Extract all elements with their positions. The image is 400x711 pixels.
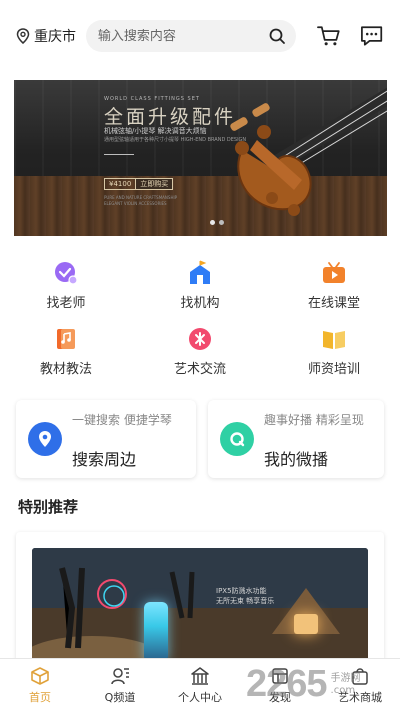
city-label: 重庆市 bbox=[34, 29, 76, 45]
city-selector[interactable]: 重庆市 bbox=[16, 26, 82, 46]
quick-teacher-training[interactable]: 师资培训 bbox=[289, 326, 379, 377]
location-pin-icon bbox=[28, 422, 62, 456]
quick-label: 找机构 bbox=[180, 296, 220, 311]
card-my-microlive[interactable]: 趣事好播 精彩呈现 我的微播 bbox=[208, 400, 384, 478]
section-title-recommend: 特别推荐 bbox=[18, 498, 79, 516]
banner-pagination bbox=[210, 220, 224, 225]
tab-profile[interactable]: 个人中心 bbox=[160, 659, 240, 711]
watermark-number: 2265 bbox=[246, 663, 328, 705]
banner-footnote: PURE AND NATURE CRAFTSMANSHIP ELEGANT VI… bbox=[104, 195, 178, 206]
quick-label: 找老师 bbox=[46, 296, 86, 311]
message-icon[interactable] bbox=[359, 23, 384, 49]
watermark-text: 手游网 .com bbox=[331, 673, 361, 697]
institution-icon bbox=[190, 260, 210, 284]
card-caption: 一键搜索 便捷学琴 bbox=[72, 413, 172, 427]
banner-subtitle: 机械弦轴/小提琴 解决调音大烦恼 bbox=[104, 127, 207, 135]
banner-price-tag[interactable]: ¥4100 立即购买 bbox=[104, 178, 174, 190]
home-icon bbox=[31, 666, 49, 685]
quick-label: 教材教法 bbox=[39, 362, 92, 377]
quick-online-class[interactable]: 在线课堂 bbox=[289, 260, 379, 311]
card-caption: 趣事好播 精彩呈现 bbox=[264, 413, 364, 427]
quick-find-institution[interactable]: 找机构 bbox=[155, 260, 245, 311]
tab-label: 个人中心 bbox=[178, 690, 222, 704]
tent-light bbox=[294, 614, 318, 634]
tab-home[interactable]: 首页 bbox=[0, 659, 80, 711]
recommend-image: IPX5防溅水功能 无所无束 畅享音乐 bbox=[32, 548, 368, 672]
quick-art-exchange[interactable]: 艺术交流 bbox=[155, 326, 245, 377]
search-input[interactable] bbox=[97, 28, 268, 44]
recommend-caption-line2: 无所无束 畅享音乐 bbox=[216, 597, 275, 605]
quick-label: 在线课堂 bbox=[307, 296, 360, 311]
banner-divider bbox=[104, 154, 134, 155]
banner-buy-button[interactable]: 立即购买 bbox=[135, 179, 173, 189]
microlive-icon bbox=[220, 422, 254, 456]
card-title: 搜索周边 bbox=[72, 450, 137, 469]
quick-textbook[interactable]: 教材教法 bbox=[21, 326, 111, 377]
banner-price: ¥4100 bbox=[109, 180, 132, 188]
card-title: 我的微播 bbox=[264, 450, 329, 469]
tab-label: Q频道 bbox=[104, 690, 136, 704]
textbook-icon bbox=[57, 329, 75, 349]
teacher-icon bbox=[55, 262, 78, 285]
search-box[interactable] bbox=[85, 20, 296, 52]
pagination-dot-active[interactable] bbox=[210, 220, 215, 225]
violin-scroll-image bbox=[230, 87, 387, 216]
speaker-product bbox=[144, 602, 168, 662]
teacher-training-icon bbox=[323, 331, 345, 349]
watermark-line2: .com bbox=[330, 684, 356, 696]
tab-label: 首页 bbox=[29, 690, 51, 704]
card-search-nearby[interactable]: 一键搜索 便捷学琴 搜索周边 bbox=[16, 400, 196, 478]
art-exchange-icon bbox=[189, 328, 211, 350]
profile-icon bbox=[191, 666, 209, 685]
quick-find-teacher[interactable]: 找老师 bbox=[21, 260, 111, 311]
top-bar: 重庆市 bbox=[0, 0, 400, 72]
recommend-caption: IPX5防溅水功能 无所无束 畅享音乐 bbox=[216, 586, 274, 606]
watermark-line1: 手游网 bbox=[330, 672, 361, 684]
channel-icon bbox=[111, 667, 129, 684]
recommend-card[interactable]: IPX5防溅水功能 无所无束 畅享音乐 bbox=[16, 532, 384, 672]
cart-icon[interactable] bbox=[316, 23, 341, 49]
site-watermark: 2265 手游网 .com bbox=[246, 658, 400, 711]
pagination-dot[interactable] bbox=[219, 220, 224, 225]
search-icon[interactable] bbox=[268, 27, 286, 45]
quick-label: 师资培训 bbox=[307, 362, 360, 377]
online-class-icon bbox=[323, 262, 345, 283]
tab-q-channel[interactable]: Q频道 bbox=[80, 659, 160, 711]
location-icon bbox=[16, 28, 30, 44]
promo-banner[interactable]: WORLD CLASS FITTINGS SET 全面升级配件 机械弦轴/小提琴… bbox=[14, 80, 387, 236]
recommend-caption-line1: IPX5防溅水功能 bbox=[216, 587, 267, 595]
quick-label: 艺术交流 bbox=[173, 362, 226, 377]
